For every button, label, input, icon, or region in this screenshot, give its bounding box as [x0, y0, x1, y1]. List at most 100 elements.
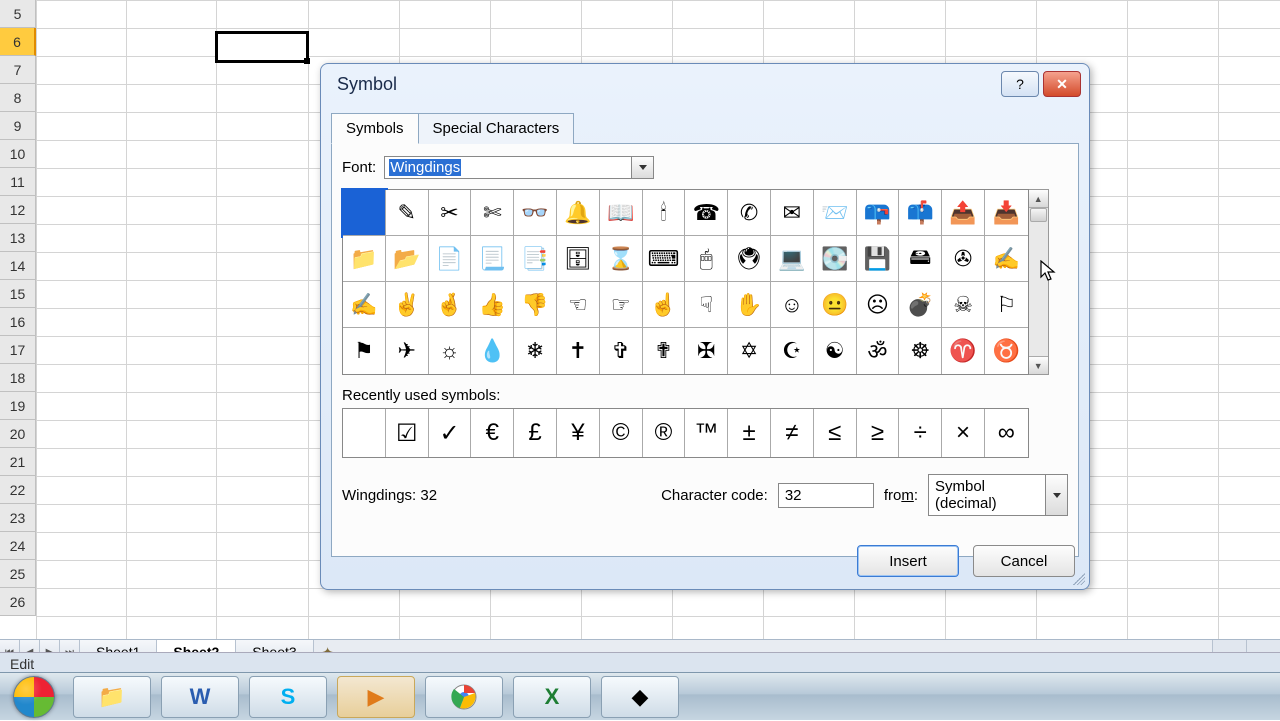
envelope-icon[interactable]: ✉: [771, 190, 814, 236]
row-header-10[interactable]: 10: [0, 140, 36, 168]
scissors-cut-icon[interactable]: ✄: [471, 190, 514, 236]
airplane-icon[interactable]: ✈: [386, 328, 429, 374]
point-down-icon[interactable]: ☟: [685, 282, 728, 328]
sunburst-icon[interactable]: ☼: [429, 328, 472, 374]
neutral-face-icon[interactable]: 😐: [814, 282, 857, 328]
row-header-15[interactable]: 15: [0, 280, 36, 308]
pennant-icon[interactable]: ⚑: [343, 328, 386, 374]
keyboard-icon[interactable]: ⌨: [643, 236, 686, 282]
active-cell-selection[interactable]: [215, 31, 309, 63]
taskbar-chrome[interactable]: [425, 676, 503, 718]
hard-disk-icon[interactable]: 💽: [814, 236, 857, 282]
trademark-icon[interactable]: ™: [685, 409, 728, 457]
candle-icon[interactable]: 🕯: [643, 190, 686, 236]
row-header-17[interactable]: 17: [0, 336, 36, 364]
smile-icon[interactable]: ☺: [771, 282, 814, 328]
row-header-7[interactable]: 7: [0, 56, 36, 84]
symbol-scrollbar[interactable]: ▲ ▼: [1029, 189, 1049, 375]
row-header-26[interactable]: 26: [0, 588, 36, 616]
hand-stop-icon[interactable]: ✋: [728, 282, 771, 328]
euro-icon[interactable]: €: [471, 409, 514, 457]
infinity-icon[interactable]: ∞: [985, 409, 1028, 457]
bell-icon[interactable]: 🔔: [557, 190, 600, 236]
taskbar-explorer[interactable]: 📁: [73, 676, 151, 718]
cross-latin-icon[interactable]: ✝: [557, 328, 600, 374]
lte-icon[interactable]: ≤: [814, 409, 857, 457]
from-dropdown-button[interactable]: [1046, 474, 1068, 516]
copyright-icon[interactable]: ©: [600, 409, 643, 457]
file-cabinet-icon[interactable]: 🗄: [557, 236, 600, 282]
row-header-9[interactable]: 9: [0, 112, 36, 140]
pound-icon[interactable]: £: [514, 409, 557, 457]
resize-grip[interactable]: [1073, 573, 1085, 585]
row-header-13[interactable]: 13: [0, 224, 36, 252]
envelope-stamped-icon[interactable]: 📨: [814, 190, 857, 236]
font-dropdown-button[interactable]: [632, 156, 654, 179]
fingers-crossed-icon[interactable]: 🤞: [429, 282, 472, 328]
scroll-thumb[interactable]: [1030, 208, 1047, 222]
telephone-icon[interactable]: ☎: [685, 190, 728, 236]
character-code-input[interactable]: [778, 483, 874, 508]
font-combobox[interactable]: Wingdings: [384, 156, 654, 179]
checkbox-checked-icon[interactable]: ☑: [386, 409, 429, 457]
bomb-icon[interactable]: 💣: [899, 282, 942, 328]
tab-special-characters[interactable]: Special Characters: [418, 113, 575, 144]
taskbar-app[interactable]: ◆: [601, 676, 679, 718]
row-header-21[interactable]: 21: [0, 448, 36, 476]
floppy-b-icon[interactable]: 🖴: [899, 236, 942, 282]
tape-icon[interactable]: ✇: [942, 236, 985, 282]
row-header-6[interactable]: 6: [0, 28, 36, 56]
computer-icon[interactable]: 💻: [771, 236, 814, 282]
frown-icon[interactable]: ☹: [857, 282, 900, 328]
star-david-icon[interactable]: ✡: [728, 328, 771, 374]
write-hand-icon[interactable]: ✍: [343, 282, 386, 328]
document-icon[interactable]: 📄: [429, 236, 472, 282]
document-text-icon[interactable]: 📃: [471, 236, 514, 282]
scroll-up-button[interactable]: ▲: [1029, 190, 1048, 208]
row-header-12[interactable]: 12: [0, 196, 36, 224]
snowflake-icon[interactable]: ❄: [514, 328, 557, 374]
dialog-titlebar[interactable]: Symbol ? ✕: [321, 64, 1089, 104]
row-header-19[interactable]: 19: [0, 392, 36, 420]
row-header-23[interactable]: 23: [0, 504, 36, 532]
scroll-down-button[interactable]: ▼: [1029, 356, 1048, 374]
mailbox-closed-icon[interactable]: 📪: [857, 190, 900, 236]
checkmark-icon[interactable]: ✓: [429, 409, 472, 457]
trackball-icon[interactable]: 🖲: [728, 236, 771, 282]
gte-icon[interactable]: ≥: [857, 409, 900, 457]
book-icon[interactable]: 📖: [600, 190, 643, 236]
droplet-icon[interactable]: 💧: [471, 328, 514, 374]
start-button[interactable]: [0, 673, 68, 721]
insert-button[interactable]: Insert: [857, 545, 959, 577]
glasses-icon[interactable]: 👓: [514, 190, 557, 236]
multiply-icon[interactable]: ×: [942, 409, 985, 457]
from-combobox[interactable]: Symbol (decimal): [928, 474, 1068, 516]
pencil-icon[interactable]: ✎: [386, 190, 429, 236]
row-header-5[interactable]: 5: [0, 0, 36, 28]
row-header-16[interactable]: 16: [0, 308, 36, 336]
taskbar-word[interactable]: W: [161, 676, 239, 718]
taskbar-skype[interactable]: S: [249, 676, 327, 718]
row-header-18[interactable]: 18: [0, 364, 36, 392]
taskbar-media[interactable]: ▶: [337, 676, 415, 718]
help-button[interactable]: ?: [1001, 71, 1039, 97]
aries-icon[interactable]: ♈: [942, 328, 985, 374]
scroll-track[interactable]: [1029, 208, 1048, 356]
point-right-icon[interactable]: ☞: [600, 282, 643, 328]
cancel-button[interactable]: Cancel: [973, 545, 1075, 577]
mail-send-icon[interactable]: 📤: [942, 190, 985, 236]
documents-icon[interactable]: 📑: [514, 236, 557, 282]
row-header-24[interactable]: 24: [0, 532, 36, 560]
row-header-20[interactable]: 20: [0, 420, 36, 448]
write-icon[interactable]: ✍: [985, 236, 1028, 282]
thumbs-up-icon[interactable]: 👍: [471, 282, 514, 328]
row-header-25[interactable]: 25: [0, 560, 36, 588]
folder-icon[interactable]: 📁: [343, 236, 386, 282]
cross-celtic-icon[interactable]: ✟: [643, 328, 686, 374]
tab-symbols[interactable]: Symbols: [331, 113, 419, 144]
row-header-8[interactable]: 8: [0, 84, 36, 112]
mailbox-flag-icon[interactable]: 📫: [899, 190, 942, 236]
taskbar-excel[interactable]: X: [513, 676, 591, 718]
victory-icon[interactable]: ✌: [386, 282, 429, 328]
yin-yang-icon[interactable]: ☯: [814, 328, 857, 374]
